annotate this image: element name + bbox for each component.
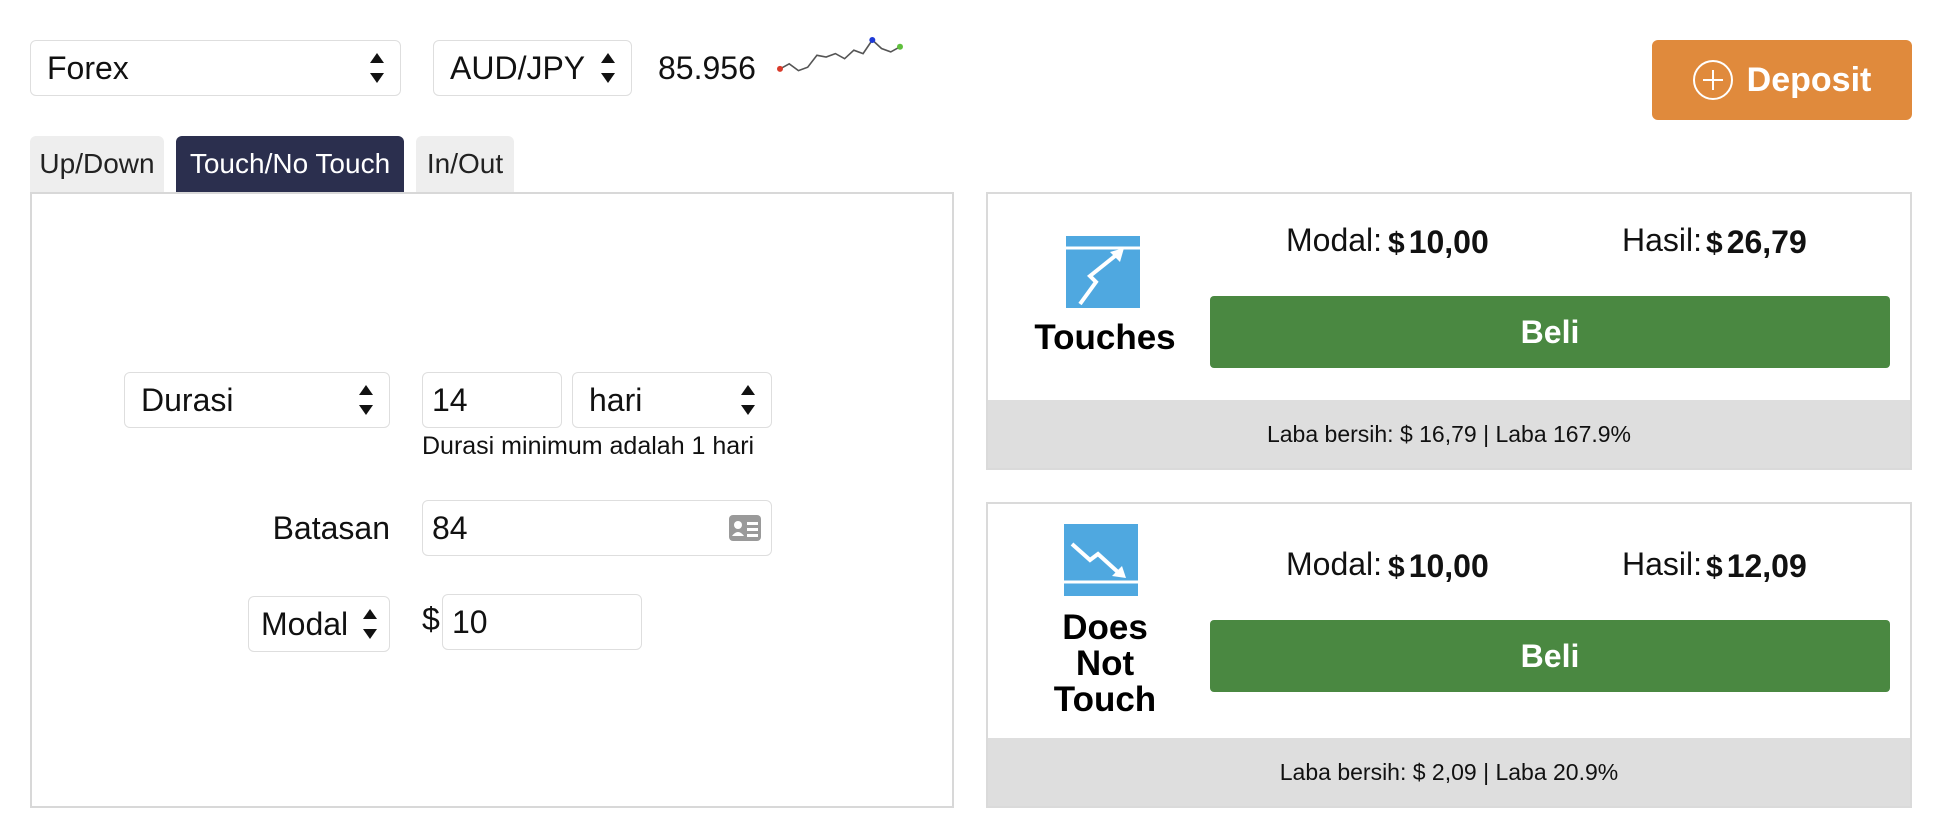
- stake-label: Modal:: [1286, 222, 1383, 258]
- stake-type-select[interactable]: Modal: [248, 596, 390, 652]
- stake-amount: $10,00: [1388, 548, 1489, 585]
- title-line-2: Not: [1075, 644, 1135, 683]
- tab-in-out[interactable]: In/Out: [416, 136, 514, 192]
- barrier-input[interactable]: 84: [422, 500, 772, 556]
- buy-button-touches[interactable]: Beli: [1210, 296, 1890, 368]
- select-arrows-icon: [363, 609, 377, 639]
- touch-up-icon: [1066, 236, 1140, 308]
- deposit-button[interactable]: Deposit: [1652, 40, 1912, 120]
- barrier-label: Batasan: [272, 510, 390, 546]
- market-select[interactable]: Forex: [30, 40, 401, 96]
- buy-button-does-not-touch[interactable]: Beli: [1210, 620, 1890, 692]
- price-sparkline: [777, 37, 903, 72]
- tab-up-down[interactable]: Up/Down: [30, 136, 164, 192]
- contract-title-touches: Touches: [1034, 318, 1176, 357]
- select-arrows-icon: [601, 53, 615, 83]
- select-arrows-icon: [359, 385, 373, 415]
- select-arrows-icon: [741, 385, 755, 415]
- plus-circle-icon: [1692, 60, 1733, 100]
- stake-amount: $10,00: [1388, 224, 1489, 261]
- no-touch-down-icon: [1064, 524, 1138, 596]
- current-price: 85.956: [658, 50, 756, 86]
- profit-summary-does-not-touch: Laba bersih: $ 2,09 | Laba 20.9%: [988, 738, 1910, 806]
- contract-title-does-not-touch: Does Not Touch: [1020, 610, 1190, 718]
- payout-amount-value: 12,09: [1726, 548, 1807, 584]
- barrier-value: 84: [432, 509, 468, 546]
- sparkline-start-dot: [777, 65, 783, 72]
- payout-label: Hasil:: [1622, 546, 1703, 582]
- market-select-value: Forex: [47, 49, 129, 86]
- symbol-select[interactable]: AUD/JPY: [433, 40, 632, 96]
- duration-amount-input[interactable]: 14: [422, 372, 562, 428]
- duration-type-select[interactable]: Durasi: [124, 372, 390, 428]
- tab-touch-no-touch[interactable]: Touch/No Touch: [176, 136, 404, 192]
- title-line-3: Touch: [1053, 680, 1157, 719]
- stake-value: 10: [452, 603, 488, 640]
- stake-label: Modal:: [1286, 546, 1383, 582]
- sparkline-peak-dot: [869, 37, 876, 43]
- payout-label: Hasil:: [1622, 222, 1703, 258]
- title-line-1: Does: [1062, 608, 1148, 647]
- stake-currency: $: [1388, 227, 1405, 260]
- sparkline-end-dot: [897, 43, 903, 50]
- duration-type-value: Durasi: [141, 381, 234, 418]
- stake-currency: $: [1388, 551, 1405, 584]
- payout-amount: $12,09: [1706, 548, 1807, 585]
- payout-amount-value: 26,79: [1726, 224, 1807, 260]
- duration-unit-value: hari: [589, 381, 643, 418]
- payout-amount: $26,79: [1706, 224, 1807, 261]
- currency-symbol: $: [422, 601, 440, 637]
- symbol-select-value: AUD/JPY: [450, 49, 586, 86]
- stake-amount-value: 10,00: [1408, 224, 1489, 260]
- stake-amount-value: 10,00: [1408, 548, 1489, 584]
- id-card-icon: [729, 515, 761, 541]
- duration-amount-value: 14: [432, 381, 468, 418]
- profit-summary-touches: Laba bersih: $ 16,79 | Laba 167.9%: [988, 400, 1910, 468]
- duration-hint: Durasi minimum adalah 1 hari: [422, 432, 755, 460]
- payout-currency: $: [1706, 227, 1723, 260]
- stake-type-value: Modal: [261, 605, 349, 642]
- duration-unit-select[interactable]: hari: [572, 372, 772, 428]
- payout-currency: $: [1706, 551, 1723, 584]
- stake-input[interactable]: 10: [442, 594, 642, 650]
- select-arrows-icon: [370, 53, 384, 83]
- deposit-label: Deposit: [1746, 60, 1872, 99]
